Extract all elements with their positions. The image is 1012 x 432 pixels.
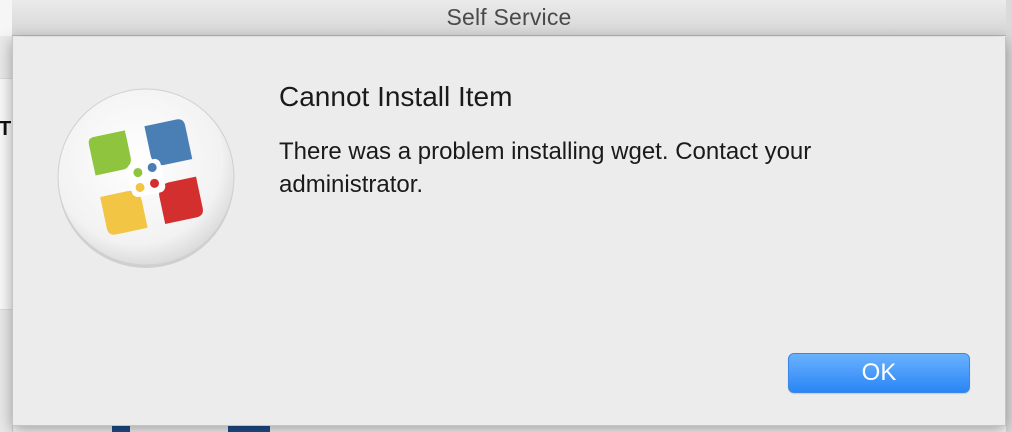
alert-sheet: Cannot Install Item There was a problem … [12, 37, 1006, 426]
window-title: Self Service [446, 4, 572, 30]
alert-title: Cannot Install Item [279, 81, 513, 112]
self-service-app-icon [57, 88, 235, 268]
background-window-edge [1006, 0, 1012, 432]
ok-button[interactable]: OK [788, 353, 970, 393]
background-content-edge [0, 78, 12, 310]
alert-message: There was a problem installing wget. Con… [279, 138, 812, 198]
screen: T Self Service Cannot Install Item There… [0, 0, 1012, 432]
background-clipped-text: T [0, 118, 12, 140]
window-titlebar[interactable]: Self Service [12, 0, 1006, 36]
